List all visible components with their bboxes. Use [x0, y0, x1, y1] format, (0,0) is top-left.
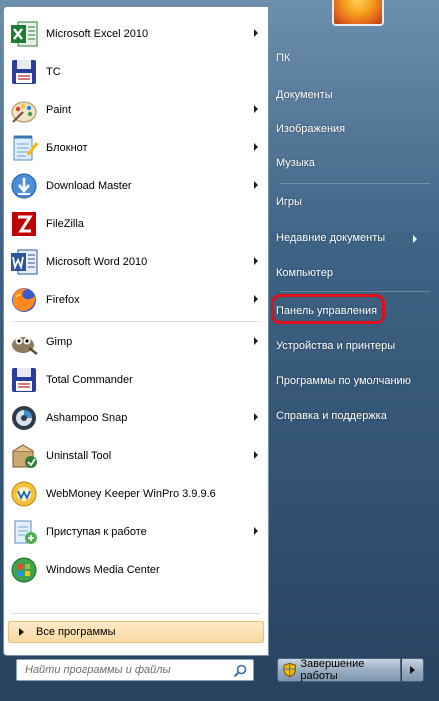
program-notepad[interactable]: Блокнот [6, 130, 266, 166]
program-label: Total Commander [46, 374, 133, 386]
submenu-arrow-icon[interactable] [254, 29, 258, 37]
program-download-master[interactable]: Download Master [6, 168, 266, 204]
shutdown-options-button[interactable] [402, 658, 424, 682]
program-word[interactable]: Microsoft Word 2010 [6, 244, 266, 280]
program-label: Download Master [46, 180, 132, 192]
floppy-icon [12, 368, 36, 392]
program-gimp[interactable]: Gimp [6, 324, 266, 360]
link-documents[interactable]: Документы [276, 83, 333, 107]
program-label: Gimp [46, 336, 73, 348]
program-getting-started[interactable]: Приступая к работе [6, 514, 266, 550]
floppy-icon [12, 60, 36, 84]
link-recent-documents[interactable]: Недавние документы [276, 226, 385, 250]
program-label: Ashampoo Snap [46, 412, 128, 424]
program-ashampoo-snap[interactable]: Ashampoo Snap [6, 400, 266, 436]
program-webmoney[interactable]: WebMoney Keeper WinPro 3.9.9.6 [6, 476, 266, 512]
webmoney-icon [11, 481, 37, 507]
program-label: Firefox [46, 294, 80, 306]
link-help-support[interactable]: Справка и поддержка [276, 404, 387, 428]
control-panel-highlight [271, 294, 385, 324]
download-master-icon [11, 173, 37, 199]
link-pc[interactable]: ПК [276, 46, 290, 70]
link-default-programs[interactable]: Программы по умолчанию [276, 369, 411, 393]
word-icon [11, 249, 38, 275]
link-computer[interactable]: Компьютер [276, 261, 333, 285]
submenu-arrow-icon[interactable] [254, 337, 258, 345]
link-pictures[interactable]: Изображения [276, 117, 345, 141]
search-input[interactable] [23, 663, 232, 677]
submenu-arrow-icon[interactable] [413, 235, 417, 243]
separator [280, 291, 430, 292]
program-label: Microsoft Word 2010 [46, 256, 148, 268]
arrow-right-icon [410, 666, 415, 674]
program-label: Приступая к работе [46, 526, 147, 538]
shutdown-button[interactable]: Завершение работы [277, 658, 401, 682]
search-icon[interactable] [233, 664, 247, 678]
submenu-arrow-icon[interactable] [254, 105, 258, 113]
places-panel: ПК Документы Изображения Музыка Игры Нед… [270, 0, 439, 701]
program-label: Paint [46, 104, 72, 116]
program-label: Блокнот [46, 142, 88, 154]
program-paint[interactable]: Paint [6, 92, 266, 128]
program-total-commander[interactable]: Total Commander [6, 362, 266, 398]
submenu-arrow-icon[interactable] [254, 413, 258, 421]
submenu-arrow-icon[interactable] [254, 295, 258, 303]
link-games[interactable]: Игры [276, 190, 302, 214]
program-label: Uninstall Tool [46, 450, 112, 462]
media-center-icon [11, 557, 37, 583]
link-music[interactable]: Музыка [276, 151, 315, 175]
separator [280, 183, 430, 184]
all-programs-button[interactable]: Все программы [8, 621, 264, 643]
program-label: FileZilla [46, 218, 84, 230]
program-windows-media-center[interactable]: Windows Media Center [6, 552, 266, 588]
getting-started-icon [14, 520, 37, 544]
programs-panel: Microsoft Excel 2010 TC Paint Блокнот Do… [3, 6, 269, 656]
submenu-arrow-icon[interactable] [254, 257, 258, 265]
program-label: TC [46, 66, 61, 78]
search-box[interactable] [16, 659, 254, 681]
all-programs-label: Все программы [36, 626, 116, 638]
program-filezilla[interactable]: FileZilla [6, 206, 266, 242]
link-devices-printers[interactable]: Устройства и принтеры [276, 334, 395, 358]
uninstall-tool-icon [12, 444, 37, 468]
arrow-right-icon [19, 628, 24, 636]
excel-icon [11, 21, 38, 47]
shutdown-label: Завершение работы [300, 658, 365, 682]
notepad-icon [13, 135, 39, 161]
shield-icon [283, 662, 296, 678]
program-excel[interactable]: Microsoft Excel 2010 [6, 16, 266, 52]
separator [12, 613, 260, 614]
submenu-arrow-icon[interactable] [254, 527, 258, 535]
paint-icon [11, 101, 37, 123]
user-avatar[interactable] [332, 0, 384, 26]
program-firefox[interactable]: Firefox [6, 282, 266, 318]
program-tc[interactable]: TC [6, 54, 266, 90]
submenu-arrow-icon[interactable] [254, 451, 258, 459]
submenu-arrow-icon[interactable] [254, 181, 258, 189]
filezilla-icon [12, 212, 36, 236]
ashampoo-snap-icon [12, 406, 36, 430]
submenu-arrow-icon[interactable] [254, 143, 258, 151]
separator [12, 321, 260, 322]
program-label: Windows Media Center [46, 564, 160, 576]
program-label: Microsoft Excel 2010 [46, 28, 149, 40]
program-uninstall-tool[interactable]: Uninstall Tool [6, 438, 266, 474]
program-label: WebMoney Keeper WinPro 3.9.9.6 [46, 488, 216, 500]
firefox-icon [12, 288, 36, 312]
gimp-icon [12, 337, 38, 355]
